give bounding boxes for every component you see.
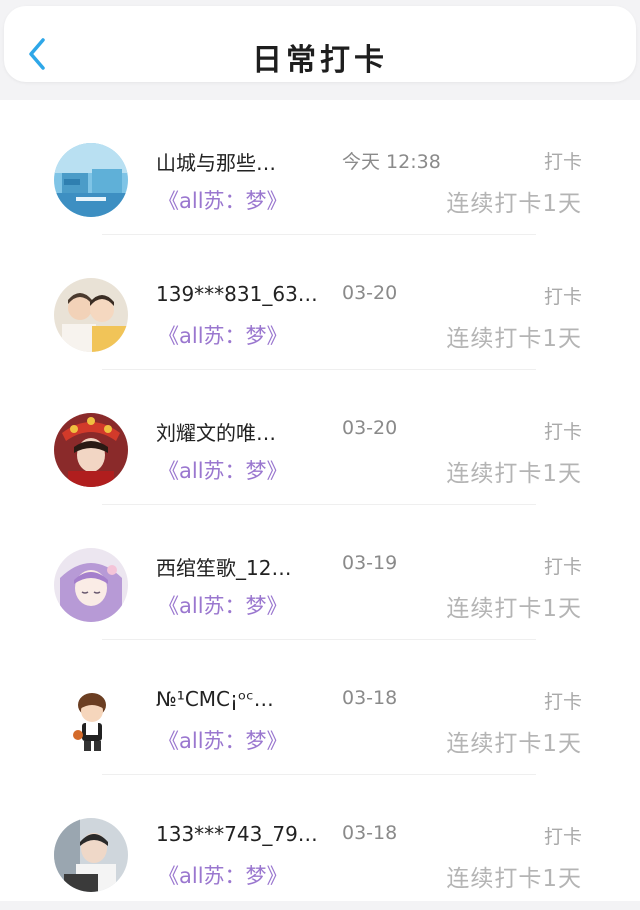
status-label: 打卡	[543, 421, 582, 443]
group-link[interactable]: 《all苏：梦》	[158, 590, 288, 620]
streak-text: 连续打卡1天	[446, 461, 582, 487]
streak-text: 连续打卡1天	[446, 596, 582, 622]
user-name: №¹CMC¡ᵒᶜ…	[156, 687, 274, 711]
status-label: 打卡	[543, 826, 582, 848]
status-label: 打卡	[543, 691, 582, 713]
streak-text: 连续打卡1天	[446, 731, 582, 757]
user-name: 刘耀文的唯…	[156, 421, 276, 445]
list-item[interactable]: 刘耀文的唯… 03-20 打卡 《all苏：梦》 连续打卡1天	[0, 370, 640, 505]
list-item[interactable]: 133***743_79… 03-18 打卡 《all苏：梦》 连续打卡1天	[0, 775, 640, 910]
status-label: 打卡	[543, 556, 582, 578]
list-item[interactable]: 139***831_63… 03-20 打卡 《all苏：梦》 连续打卡1天	[0, 235, 640, 370]
checkin-list: 山城与那些… 今天 12:38 打卡 《all苏：梦》 连续打卡1天 139**…	[0, 100, 640, 901]
user-name: 133***743_79…	[156, 822, 318, 846]
checkin-time: 03-20	[342, 417, 398, 439]
list-item[interactable]: №¹CMC¡ᵒᶜ… 03-18 打卡 《all苏：梦》 连续打卡1天	[0, 640, 640, 775]
user-name: 西绾笙歌_12…	[156, 556, 292, 580]
checkin-time: 03-18	[342, 687, 398, 709]
group-link[interactable]: 《all苏：梦》	[158, 185, 288, 215]
checkin-time: 今天 12:38	[342, 151, 441, 173]
user-name: 139***831_63…	[156, 282, 318, 306]
list-item[interactable]: 山城与那些… 今天 12:38 打卡 《all苏：梦》 连续打卡1天	[0, 100, 640, 235]
header-bar: 日常打卡	[0, 0, 640, 96]
group-link[interactable]: 《all苏：梦》	[158, 455, 288, 485]
checkin-time: 03-19	[342, 552, 398, 574]
status-label: 打卡	[543, 151, 582, 173]
page-title: 日常打卡	[252, 43, 388, 78]
avatar[interactable]	[54, 683, 128, 757]
status-label: 打卡	[543, 286, 582, 308]
streak-text: 连续打卡1天	[446, 866, 582, 892]
avatar[interactable]	[54, 143, 128, 217]
user-name: 山城与那些…	[156, 151, 276, 175]
group-link[interactable]: 《all苏：梦》	[158, 725, 288, 755]
group-link[interactable]: 《all苏：梦》	[158, 320, 288, 350]
streak-text: 连续打卡1天	[446, 326, 582, 352]
avatar[interactable]	[54, 413, 128, 487]
header-card: 日常打卡	[4, 6, 636, 82]
avatar[interactable]	[54, 818, 128, 892]
checkin-time: 03-20	[342, 282, 398, 304]
streak-text: 连续打卡1天	[446, 191, 582, 217]
avatar[interactable]	[54, 548, 128, 622]
avatar[interactable]	[54, 278, 128, 352]
list-item[interactable]: 西绾笙歌_12… 03-19 打卡 《all苏：梦》 连续打卡1天	[0, 505, 640, 640]
checkin-time: 03-18	[342, 822, 398, 844]
group-link[interactable]: 《all苏：梦》	[158, 860, 288, 890]
